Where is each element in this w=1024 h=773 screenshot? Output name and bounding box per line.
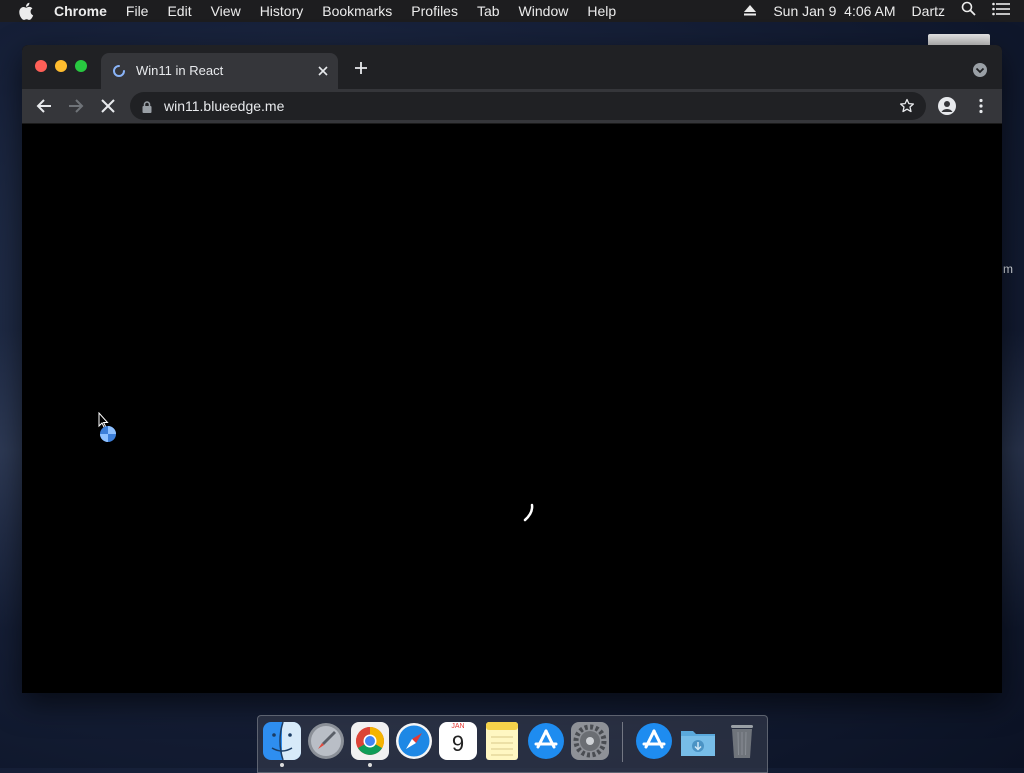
window-minimize-button[interactable] [55, 60, 67, 72]
calendar-dock-icon[interactable]: JAN 9 [439, 722, 477, 760]
tab-strip: Win11 in React [22, 45, 1002, 89]
tab-title: Win11 in React [136, 63, 224, 78]
dock-separator [622, 722, 623, 762]
menu-bar: Chrome File Edit View History Bookmarks … [0, 0, 1024, 22]
menu-profiles[interactable]: Profiles [411, 0, 458, 22]
chrome-dock-icon[interactable] [351, 722, 389, 760]
window-zoom-button[interactable] [75, 60, 87, 72]
app-store-stack-dock-icon[interactable] [635, 722, 673, 760]
downloads-folder-dock-icon[interactable] [679, 722, 717, 760]
calendar-month: JAN [451, 723, 465, 730]
bookmark-star-icon[interactable] [899, 98, 915, 114]
tab-close-icon[interactable] [315, 63, 331, 79]
back-arrow-icon[interactable] [35, 97, 53, 115]
page-content[interactable] [22, 124, 1002, 693]
notes-dock-icon[interactable] [483, 722, 521, 760]
chrome-window: Win11 in React win11.blueedge.me [22, 45, 1002, 693]
launchpad-dock-icon[interactable] [307, 722, 345, 760]
trash-dock-icon[interactable] [723, 722, 761, 760]
menu-window[interactable]: Window [519, 0, 569, 22]
tab-loading-spinner-icon [112, 64, 126, 78]
apple-menu-icon[interactable] [19, 2, 37, 20]
menubar-clock[interactable]: Sun Jan 9 4:06 AM [773, 0, 895, 22]
menu-edit[interactable]: Edit [167, 0, 191, 22]
menu-app-name[interactable]: Chrome [54, 0, 107, 22]
menu-view[interactable]: View [211, 0, 241, 22]
safari-dock-icon[interactable] [395, 722, 433, 760]
app-store-dock-icon[interactable] [527, 722, 565, 760]
tab-win11-in-react[interactable]: Win11 in React [101, 53, 338, 89]
chrome-running-indicator [368, 763, 372, 767]
busy-cursor-icon [98, 411, 124, 446]
forward-arrow-icon[interactable] [67, 97, 85, 115]
tab-search-chevron-icon[interactable] [972, 62, 988, 78]
menu-tab[interactable]: Tab [477, 0, 500, 22]
eject-icon[interactable] [743, 0, 757, 22]
finder-dock-icon[interactable] [263, 721, 301, 761]
desktop-item-label-fragment: m [1003, 262, 1013, 276]
menu-history[interactable]: History [260, 0, 304, 22]
lock-icon[interactable] [142, 100, 152, 113]
address-bar[interactable]: win11.blueedge.me [130, 92, 926, 120]
profile-avatar-icon[interactable] [938, 97, 956, 115]
url-text[interactable]: win11.blueedge.me [164, 98, 284, 114]
dock: JAN 9 [257, 715, 768, 773]
window-close-button[interactable] [35, 60, 47, 72]
browser-toolbar: win11.blueedge.me [22, 89, 1002, 124]
system-preferences-dock-icon[interactable] [571, 722, 609, 760]
menubar-user[interactable]: Dartz [912, 0, 945, 22]
menu-help[interactable]: Help [587, 0, 616, 22]
menu-bookmarks[interactable]: Bookmarks [322, 0, 392, 22]
spotlight-search-icon[interactable] [961, 0, 976, 22]
menu-file[interactable]: File [126, 0, 149, 22]
chrome-menu-kebab-icon[interactable] [972, 97, 990, 115]
notification-center-icon[interactable] [992, 0, 1010, 22]
stop-loading-x-icon[interactable] [99, 97, 117, 115]
loading-spinner-icon [520, 501, 540, 525]
new-tab-plus-icon[interactable] [354, 61, 368, 75]
calendar-day: 9 [451, 731, 465, 756]
finder-running-indicator [280, 763, 284, 767]
